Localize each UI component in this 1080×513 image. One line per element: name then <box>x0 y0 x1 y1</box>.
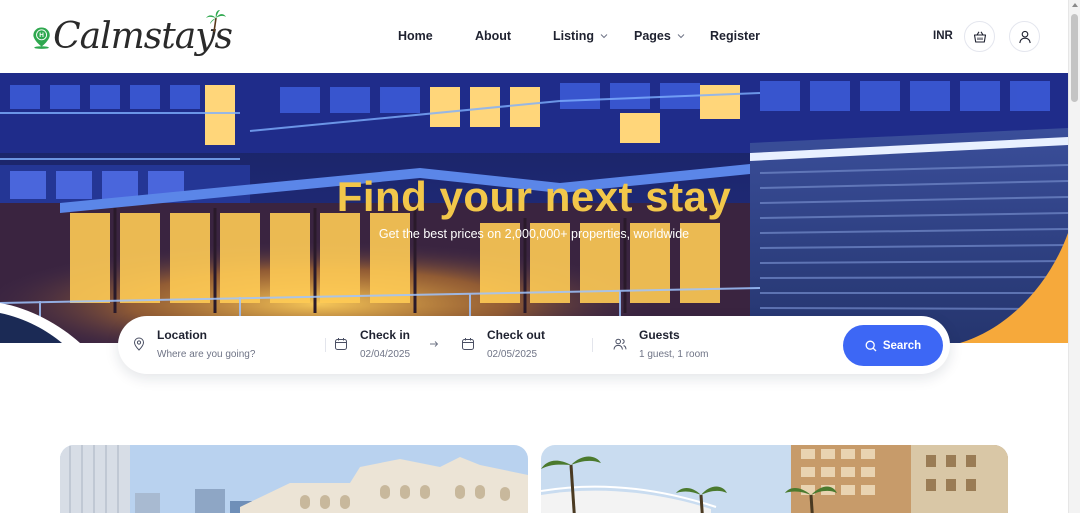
site-header: H Calmstays Home About Listing Pages Reg… <box>0 0 1068 73</box>
calendar-icon <box>462 338 474 350</box>
scroll-up-arrow-icon[interactable] <box>1072 3 1078 7</box>
search-button-label: Search <box>882 339 922 352</box>
scroll-thumb[interactable] <box>1071 14 1078 102</box>
page-scrollbar[interactable] <box>1068 0 1080 513</box>
search-icon <box>865 340 877 351</box>
nav-about[interactable]: About <box>475 29 511 43</box>
nav-register-label: Register <box>710 29 761 43</box>
basket-icon <box>973 31 986 43</box>
destination-card[interactable] <box>541 445 1008 513</box>
search-bar: Location Where are you going? Check in 0… <box>118 316 950 374</box>
logo[interactable]: H Calmstays <box>32 10 233 66</box>
check-out-label: Check out <box>487 328 546 342</box>
check-in-field[interactable]: Check in 02/04/2025 <box>360 328 410 360</box>
nav-register[interactable]: Register <box>710 29 760 43</box>
check-out-date[interactable]: 02/05/2025 <box>487 349 545 360</box>
destination-image <box>541 445 1008 513</box>
chevron-down-icon <box>600 34 608 39</box>
destination-card[interactable] <box>60 445 528 513</box>
check-out-field[interactable]: Check out 02/05/2025 <box>487 328 545 360</box>
divider <box>592 338 593 352</box>
nav-home-label: Home <box>398 29 433 43</box>
guests-label: Guests <box>639 328 680 342</box>
guests-field[interactable]: Guests 1 guest, 1 room <box>639 328 708 360</box>
hero-subtitle: Get the best prices on 2,000,000+ proper… <box>378 227 690 241</box>
location-input[interactable]: Where are you going? <box>157 349 255 360</box>
user-icon <box>1018 30 1031 43</box>
guests-value[interactable]: 1 guest, 1 room <box>639 349 708 360</box>
chevron-down-icon <box>677 34 685 39</box>
hero-banner: Find your next stay Get the best prices … <box>0 73 1068 343</box>
users-icon <box>613 338 627 350</box>
currency-selector[interactable]: INR <box>933 30 953 42</box>
location-label: Location <box>157 328 207 342</box>
check-in-date[interactable]: 02/04/2025 <box>360 349 410 360</box>
palm-tree-icon <box>206 10 226 32</box>
map-pin-icon <box>133 337 145 351</box>
check-in-label: Check in <box>360 328 411 342</box>
user-button[interactable] <box>1009 21 1040 52</box>
logo-pin-icon: H <box>33 27 50 49</box>
nav-listing-label: Listing <box>553 29 594 43</box>
logo-badge-letter: H <box>39 32 44 39</box>
cart-button[interactable] <box>964 21 995 52</box>
search-button[interactable]: Search <box>843 325 943 366</box>
divider <box>325 338 326 352</box>
destination-image <box>60 445 528 513</box>
nav-listing[interactable]: Listing <box>553 29 613 43</box>
nav-pages[interactable]: Pages <box>634 29 694 43</box>
nav-about-label: About <box>475 29 512 43</box>
nav-pages-label: Pages <box>634 29 671 43</box>
page: H Calmstays Home About Listing Pages Reg… <box>0 0 1080 513</box>
location-field[interactable]: Location Where are you going? <box>157 328 255 360</box>
arrow-right-icon <box>430 341 439 347</box>
hero-title: Find your next stay <box>336 173 732 220</box>
nav-home[interactable]: Home <box>398 29 433 43</box>
calendar-icon <box>335 338 347 350</box>
